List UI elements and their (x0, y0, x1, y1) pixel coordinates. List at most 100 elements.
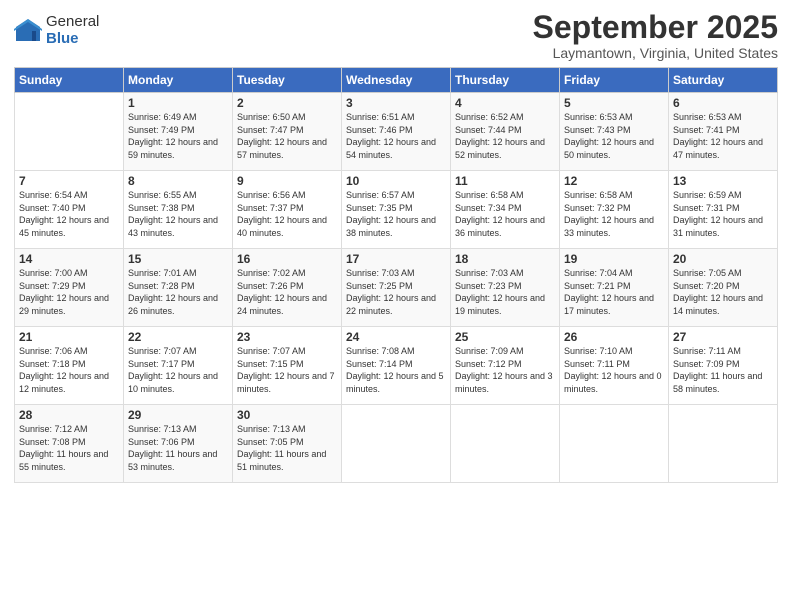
logo-blue-text: Blue (46, 31, 99, 48)
day-number: 10 (346, 174, 446, 188)
day-info: Sunrise: 7:10 AM Sunset: 7:11 PM Dayligh… (564, 345, 664, 395)
title-area: September 2025 Laymantown, Virginia, Uni… (533, 10, 778, 61)
day-cell: 24Sunrise: 7:08 AM Sunset: 7:14 PM Dayli… (342, 327, 451, 405)
week-row-1: 1Sunrise: 6:49 AM Sunset: 7:49 PM Daylig… (15, 93, 778, 171)
week-row-2: 7Sunrise: 6:54 AM Sunset: 7:40 PM Daylig… (15, 171, 778, 249)
day-info: Sunrise: 7:03 AM Sunset: 7:25 PM Dayligh… (346, 267, 446, 317)
day-cell: 2Sunrise: 6:50 AM Sunset: 7:47 PM Daylig… (233, 93, 342, 171)
calendar-container: General Blue September 2025 Laymantown, … (0, 0, 792, 493)
day-cell: 27Sunrise: 7:11 AM Sunset: 7:09 PM Dayli… (669, 327, 778, 405)
day-cell: 5Sunrise: 6:53 AM Sunset: 7:43 PM Daylig… (560, 93, 669, 171)
day-number: 23 (237, 330, 337, 344)
month-title: September 2025 (533, 10, 778, 45)
day-number: 30 (237, 408, 337, 422)
header: General Blue September 2025 Laymantown, … (14, 10, 778, 61)
day-info: Sunrise: 6:53 AM Sunset: 7:43 PM Dayligh… (564, 111, 664, 161)
week-row-4: 21Sunrise: 7:06 AM Sunset: 7:18 PM Dayli… (15, 327, 778, 405)
day-number: 16 (237, 252, 337, 266)
day-number: 22 (128, 330, 228, 344)
day-cell: 6Sunrise: 6:53 AM Sunset: 7:41 PM Daylig… (669, 93, 778, 171)
day-info: Sunrise: 6:51 AM Sunset: 7:46 PM Dayligh… (346, 111, 446, 161)
week-row-3: 14Sunrise: 7:00 AM Sunset: 7:29 PM Dayli… (15, 249, 778, 327)
day-info: Sunrise: 6:50 AM Sunset: 7:47 PM Dayligh… (237, 111, 337, 161)
header-friday: Friday (560, 68, 669, 93)
header-saturday: Saturday (669, 68, 778, 93)
day-number: 11 (455, 174, 555, 188)
day-cell: 15Sunrise: 7:01 AM Sunset: 7:28 PM Dayli… (124, 249, 233, 327)
week-row-5: 28Sunrise: 7:12 AM Sunset: 7:08 PM Dayli… (15, 405, 778, 483)
day-info: Sunrise: 7:08 AM Sunset: 7:14 PM Dayligh… (346, 345, 446, 395)
day-number: 8 (128, 174, 228, 188)
day-info: Sunrise: 6:53 AM Sunset: 7:41 PM Dayligh… (673, 111, 773, 161)
day-cell: 18Sunrise: 7:03 AM Sunset: 7:23 PM Dayli… (451, 249, 560, 327)
day-cell: 29Sunrise: 7:13 AM Sunset: 7:06 PM Dayli… (124, 405, 233, 483)
day-info: Sunrise: 6:57 AM Sunset: 7:35 PM Dayligh… (346, 189, 446, 239)
logo: General Blue (14, 14, 99, 47)
day-number: 17 (346, 252, 446, 266)
day-number: 24 (346, 330, 446, 344)
header-sunday: Sunday (15, 68, 124, 93)
day-number: 5 (564, 96, 664, 110)
day-cell: 19Sunrise: 7:04 AM Sunset: 7:21 PM Dayli… (560, 249, 669, 327)
weekday-header-row: Sunday Monday Tuesday Wednesday Thursday… (15, 68, 778, 93)
day-number: 2 (237, 96, 337, 110)
header-monday: Monday (124, 68, 233, 93)
day-cell: 17Sunrise: 7:03 AM Sunset: 7:25 PM Dayli… (342, 249, 451, 327)
day-info: Sunrise: 6:49 AM Sunset: 7:49 PM Dayligh… (128, 111, 228, 161)
logo-icon (14, 17, 42, 45)
day-number: 20 (673, 252, 773, 266)
day-info: Sunrise: 6:58 AM Sunset: 7:34 PM Dayligh… (455, 189, 555, 239)
day-number: 9 (237, 174, 337, 188)
day-number: 19 (564, 252, 664, 266)
day-info: Sunrise: 7:13 AM Sunset: 7:05 PM Dayligh… (237, 423, 337, 473)
day-info: Sunrise: 7:13 AM Sunset: 7:06 PM Dayligh… (128, 423, 228, 473)
day-number: 25 (455, 330, 555, 344)
day-number: 6 (673, 96, 773, 110)
day-cell (451, 405, 560, 483)
day-info: Sunrise: 6:56 AM Sunset: 7:37 PM Dayligh… (237, 189, 337, 239)
day-number: 3 (346, 96, 446, 110)
day-number: 18 (455, 252, 555, 266)
day-info: Sunrise: 7:12 AM Sunset: 7:08 PM Dayligh… (19, 423, 119, 473)
day-info: Sunrise: 7:02 AM Sunset: 7:26 PM Dayligh… (237, 267, 337, 317)
day-cell: 14Sunrise: 7:00 AM Sunset: 7:29 PM Dayli… (15, 249, 124, 327)
day-cell: 4Sunrise: 6:52 AM Sunset: 7:44 PM Daylig… (451, 93, 560, 171)
day-cell: 22Sunrise: 7:07 AM Sunset: 7:17 PM Dayli… (124, 327, 233, 405)
day-number: 7 (19, 174, 119, 188)
header-wednesday: Wednesday (342, 68, 451, 93)
day-info: Sunrise: 7:07 AM Sunset: 7:17 PM Dayligh… (128, 345, 228, 395)
logo-text: General Blue (46, 14, 99, 47)
day-info: Sunrise: 7:03 AM Sunset: 7:23 PM Dayligh… (455, 267, 555, 317)
day-info: Sunrise: 6:54 AM Sunset: 7:40 PM Dayligh… (19, 189, 119, 239)
day-number: 1 (128, 96, 228, 110)
day-cell: 26Sunrise: 7:10 AM Sunset: 7:11 PM Dayli… (560, 327, 669, 405)
day-cell: 23Sunrise: 7:07 AM Sunset: 7:15 PM Dayli… (233, 327, 342, 405)
day-info: Sunrise: 6:55 AM Sunset: 7:38 PM Dayligh… (128, 189, 228, 239)
day-cell: 12Sunrise: 6:58 AM Sunset: 7:32 PM Dayli… (560, 171, 669, 249)
header-tuesday: Tuesday (233, 68, 342, 93)
day-cell: 7Sunrise: 6:54 AM Sunset: 7:40 PM Daylig… (15, 171, 124, 249)
day-info: Sunrise: 6:59 AM Sunset: 7:31 PM Dayligh… (673, 189, 773, 239)
day-cell: 3Sunrise: 6:51 AM Sunset: 7:46 PM Daylig… (342, 93, 451, 171)
day-cell (342, 405, 451, 483)
location: Laymantown, Virginia, United States (533, 45, 778, 61)
day-info: Sunrise: 7:06 AM Sunset: 7:18 PM Dayligh… (19, 345, 119, 395)
logo-general-text: General (46, 14, 99, 31)
day-info: Sunrise: 6:58 AM Sunset: 7:32 PM Dayligh… (564, 189, 664, 239)
calendar-table: Sunday Monday Tuesday Wednesday Thursday… (14, 67, 778, 483)
day-info: Sunrise: 6:52 AM Sunset: 7:44 PM Dayligh… (455, 111, 555, 161)
day-cell: 28Sunrise: 7:12 AM Sunset: 7:08 PM Dayli… (15, 405, 124, 483)
header-thursday: Thursday (451, 68, 560, 93)
day-cell: 13Sunrise: 6:59 AM Sunset: 7:31 PM Dayli… (669, 171, 778, 249)
day-info: Sunrise: 7:05 AM Sunset: 7:20 PM Dayligh… (673, 267, 773, 317)
day-cell: 10Sunrise: 6:57 AM Sunset: 7:35 PM Dayli… (342, 171, 451, 249)
day-number: 15 (128, 252, 228, 266)
day-info: Sunrise: 7:07 AM Sunset: 7:15 PM Dayligh… (237, 345, 337, 395)
day-cell (15, 93, 124, 171)
day-number: 26 (564, 330, 664, 344)
day-number: 21 (19, 330, 119, 344)
day-info: Sunrise: 7:11 AM Sunset: 7:09 PM Dayligh… (673, 345, 773, 395)
day-number: 12 (564, 174, 664, 188)
day-info: Sunrise: 7:01 AM Sunset: 7:28 PM Dayligh… (128, 267, 228, 317)
day-cell: 25Sunrise: 7:09 AM Sunset: 7:12 PM Dayli… (451, 327, 560, 405)
